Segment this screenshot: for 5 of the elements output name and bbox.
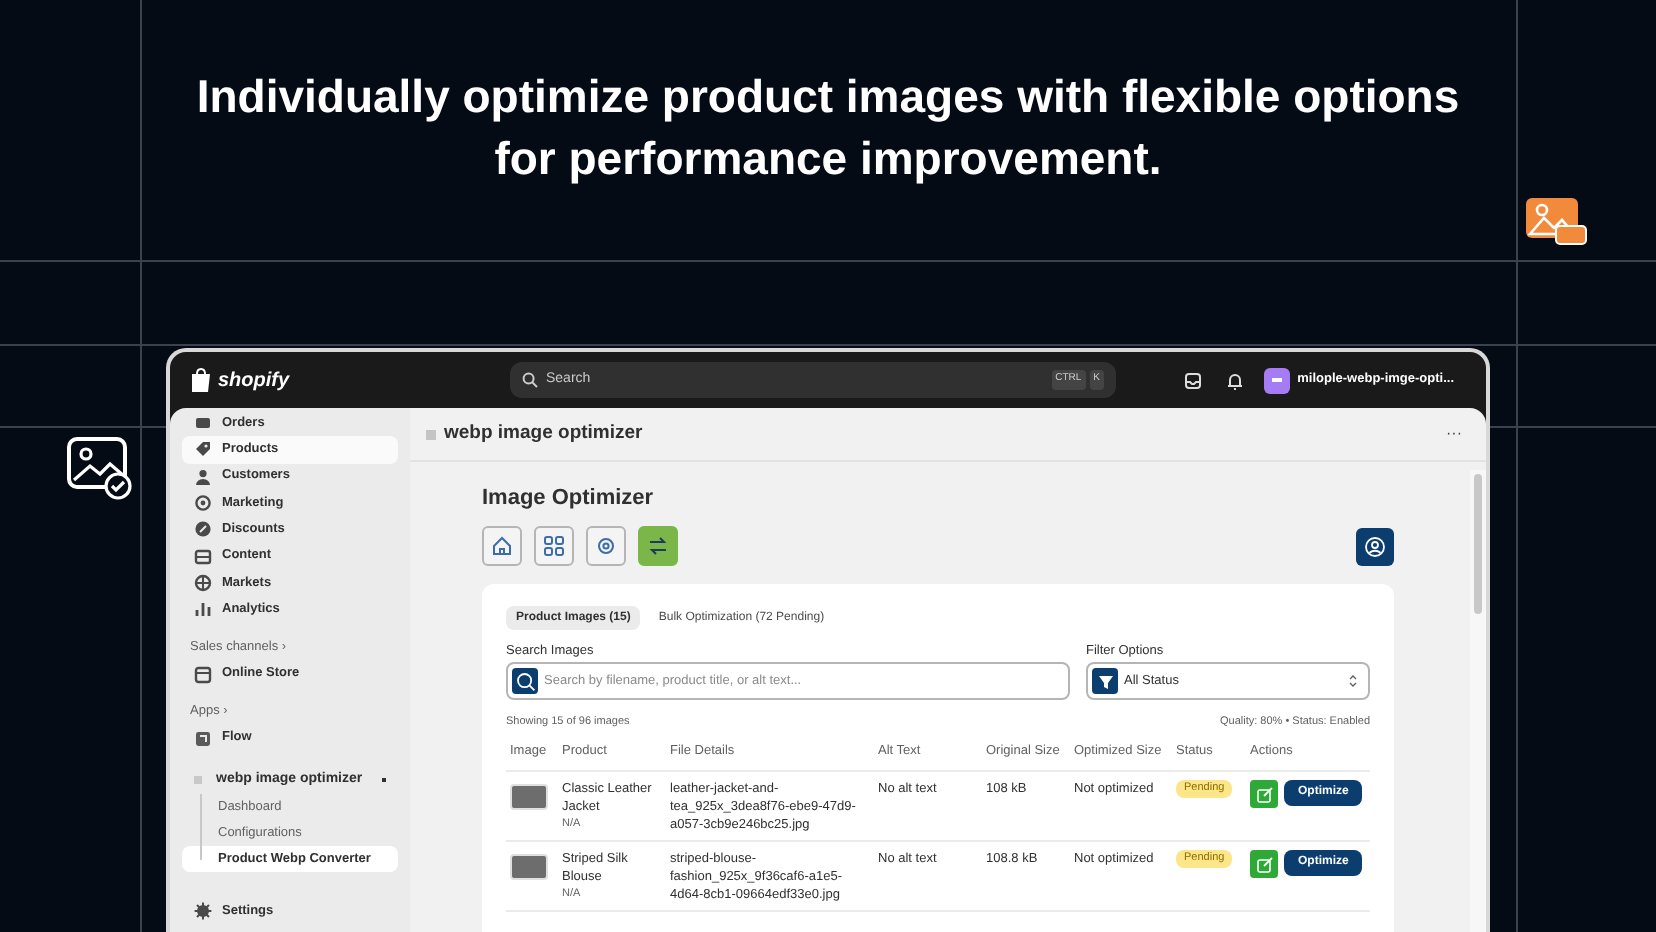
more-actions-button[interactable]: ···	[1446, 422, 1462, 446]
headline: Individually optimize product images with flexible options for performance improvement.	[194, 68, 1462, 188]
page-title: webp image optimizer	[444, 419, 643, 448]
logo-text: shopify	[218, 367, 290, 395]
app-title: Image Optimizer	[482, 484, 656, 514]
